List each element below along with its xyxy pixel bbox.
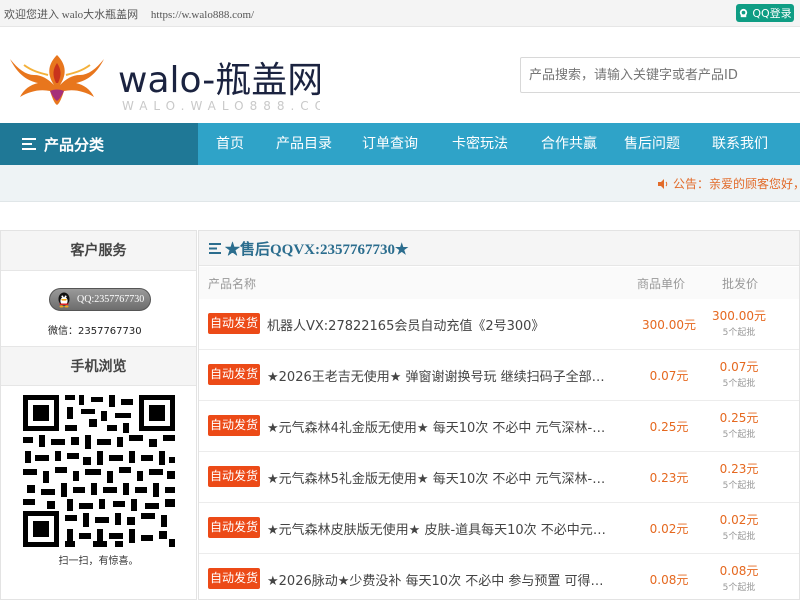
sidebar: 客户服务 QQ:2357767730 微信：2357767730 手机浏览 扫一… [0, 230, 197, 600]
product-name[interactable]: 机器人VX:27822165会员自动充值《2号300》 [267, 315, 607, 334]
qq-contact-button[interactable]: QQ:2357767730 [49, 288, 151, 311]
nav-after-sales[interactable]: 售后问题 [624, 123, 680, 165]
site-logo[interactable]: walo-瓶盖网 WALO.WALO888.COM [0, 45, 320, 127]
logo-text: walo-瓶盖网 [118, 60, 320, 101]
main-nav: 产品分类 首页 产品目录 订单查询 卡密玩法 合作共赢 售后问题 联系我们 [0, 123, 800, 165]
qq-icon [740, 8, 748, 17]
menu-icon [22, 138, 36, 150]
auto-delivery-badge: 自动发货 [208, 364, 260, 385]
logo-subtext: WALO.WALO888.COM [122, 99, 320, 113]
table-row[interactable]: 自动发货 ★2026王老吉无使用★ 弹窗谢谢换号玩 继续扫码子全部费 ... 0… [199, 350, 799, 401]
table-row[interactable]: 自动发货 ★2026脉动★少费没补 每天10次 不必中 参与预置 可得球衣-..… [199, 554, 799, 599]
nav-product-catalog[interactable]: 产品目录 [276, 123, 332, 165]
customer-service-title: 客户服务 [1, 231, 196, 271]
col-wholesale-price: 批发价 [722, 277, 759, 291]
qq-login-button[interactable]: QQ登录 [736, 4, 794, 22]
min-quantity: 5个起批 [722, 379, 756, 389]
nav-cooperation[interactable]: 合作共赢 [541, 123, 597, 165]
nav-card-play[interactable]: 卡密玩法 [452, 123, 508, 165]
table-row[interactable]: 自动发货 ★元气森林4礼金版无使用★ 每天10次 不必中 元气深林-王者... … [199, 401, 799, 452]
wholesale-price: 300.00元 [712, 309, 766, 323]
panel-title-text: ★售后QQVX:2357767730★ [225, 241, 409, 258]
product-name[interactable]: ★元气森林5礼金版无使用★ 每天10次 不必中 元气深林-王者... [267, 468, 607, 487]
table-row[interactable]: 自动发货 ★元气森林5礼金版无使用★ 每天10次 不必中 元气深林-王者... … [199, 452, 799, 503]
notice-bar: 公告：亲爱的顾客您好，欢 [0, 165, 800, 202]
auto-delivery-badge: 自动发货 [208, 517, 260, 538]
nav-links: 首页 产品目录 订单查询 卡密玩法 合作共赢 售后问题 联系我们 [198, 123, 768, 165]
nav-home[interactable]: 首页 [216, 123, 244, 165]
auto-delivery-badge: 自动发货 [208, 466, 260, 487]
wholesale-price: 0.08元 [719, 564, 759, 578]
notice-text: 公告：亲爱的顾客您好，欢 [657, 175, 800, 192]
category-label: 产品分类 [44, 135, 105, 154]
min-quantity: 5个起批 [722, 532, 756, 542]
site-url[interactable]: https://w.walo888.com/ [151, 9, 254, 21]
col-unit-price: 商品单价 [637, 277, 686, 291]
product-name[interactable]: ★元气森林4礼金版无使用★ 每天10次 不必中 元气深林-王者... [267, 417, 607, 436]
product-list-panel: ★售后QQVX:2357767730★ 产品名称 商品单价 批发价 自动发货 机… [198, 230, 800, 600]
min-quantity: 5个起批 [722, 481, 756, 491]
notice-message: 公告：亲爱的顾客您好，欢 [673, 177, 800, 191]
phoenix-logo-icon [10, 55, 104, 105]
wholesale-price: 0.23元 [719, 462, 759, 476]
table-row[interactable]: 自动发货 ★元气森林皮肤版无使用★ 皮肤-道具每天10次 不必中元气... 0.… [199, 503, 799, 554]
nav-order-query[interactable]: 订单查询 [362, 123, 418, 165]
wholesale-price: 0.02元 [719, 513, 759, 527]
product-search-input[interactable] [520, 57, 800, 93]
product-name[interactable]: ★元气森林皮肤版无使用★ 皮肤-道具每天10次 不必中元气... [267, 519, 607, 538]
qq-login-label: QQ登录 [752, 7, 792, 20]
welcome-text: 欢迎您进入 walo大水瓶盖网 https://w.walo888.com/ [4, 6, 254, 22]
min-quantity: 5个起批 [722, 328, 756, 338]
wholesale-price: 0.25元 [719, 411, 759, 425]
auto-delivery-badge: 自动发货 [208, 568, 260, 589]
min-quantity: 5个起批 [722, 430, 756, 440]
wholesale-price: 0.07元 [719, 360, 759, 374]
mobile-browse-title: 手机浏览 [1, 346, 196, 386]
table-row[interactable]: 自动发货 机器人VX:27822165会员自动充值《2号300》 300.00元… [199, 299, 799, 350]
site-header: walo-瓶盖网 WALO.WALO888.COM [0, 27, 800, 123]
col-product-name: 产品名称 [208, 277, 257, 291]
list-icon [209, 242, 221, 254]
panel-title: ★售后QQVX:2357767730★ [199, 231, 799, 266]
product-name[interactable]: ★2026王老吉无使用★ 弹窗谢谢换号玩 继续扫码子全部费 ... [267, 366, 607, 385]
auto-delivery-badge: 自动发货 [208, 313, 260, 334]
table-header: 产品名称 商品单价 批发价 [199, 267, 799, 299]
qq-penguin-icon [58, 292, 70, 308]
qr-caption: 扫一扫，有惊喜。 [58, 556, 139, 567]
product-name[interactable]: ★2026脉动★少费没补 每天10次 不必中 参与预置 可得球衣-... [267, 570, 607, 589]
top-bar: 欢迎您进入 walo大水瓶盖网 https://w.walo888.com/ Q… [0, 0, 800, 27]
min-quantity: 5个起批 [722, 583, 756, 593]
auto-delivery-badge: 自动发货 [208, 415, 260, 436]
nav-contact[interactable]: 联系我们 [712, 123, 768, 165]
welcome-message: 欢迎您进入 walo大水瓶盖网 [4, 9, 139, 21]
wechat-label: 微信：2357767730 [48, 326, 142, 337]
qq-number: QQ:2357767730 [77, 294, 145, 305]
qr-code [19, 391, 179, 551]
product-category-button[interactable]: 产品分类 [0, 123, 198, 165]
speaker-icon [658, 178, 668, 189]
